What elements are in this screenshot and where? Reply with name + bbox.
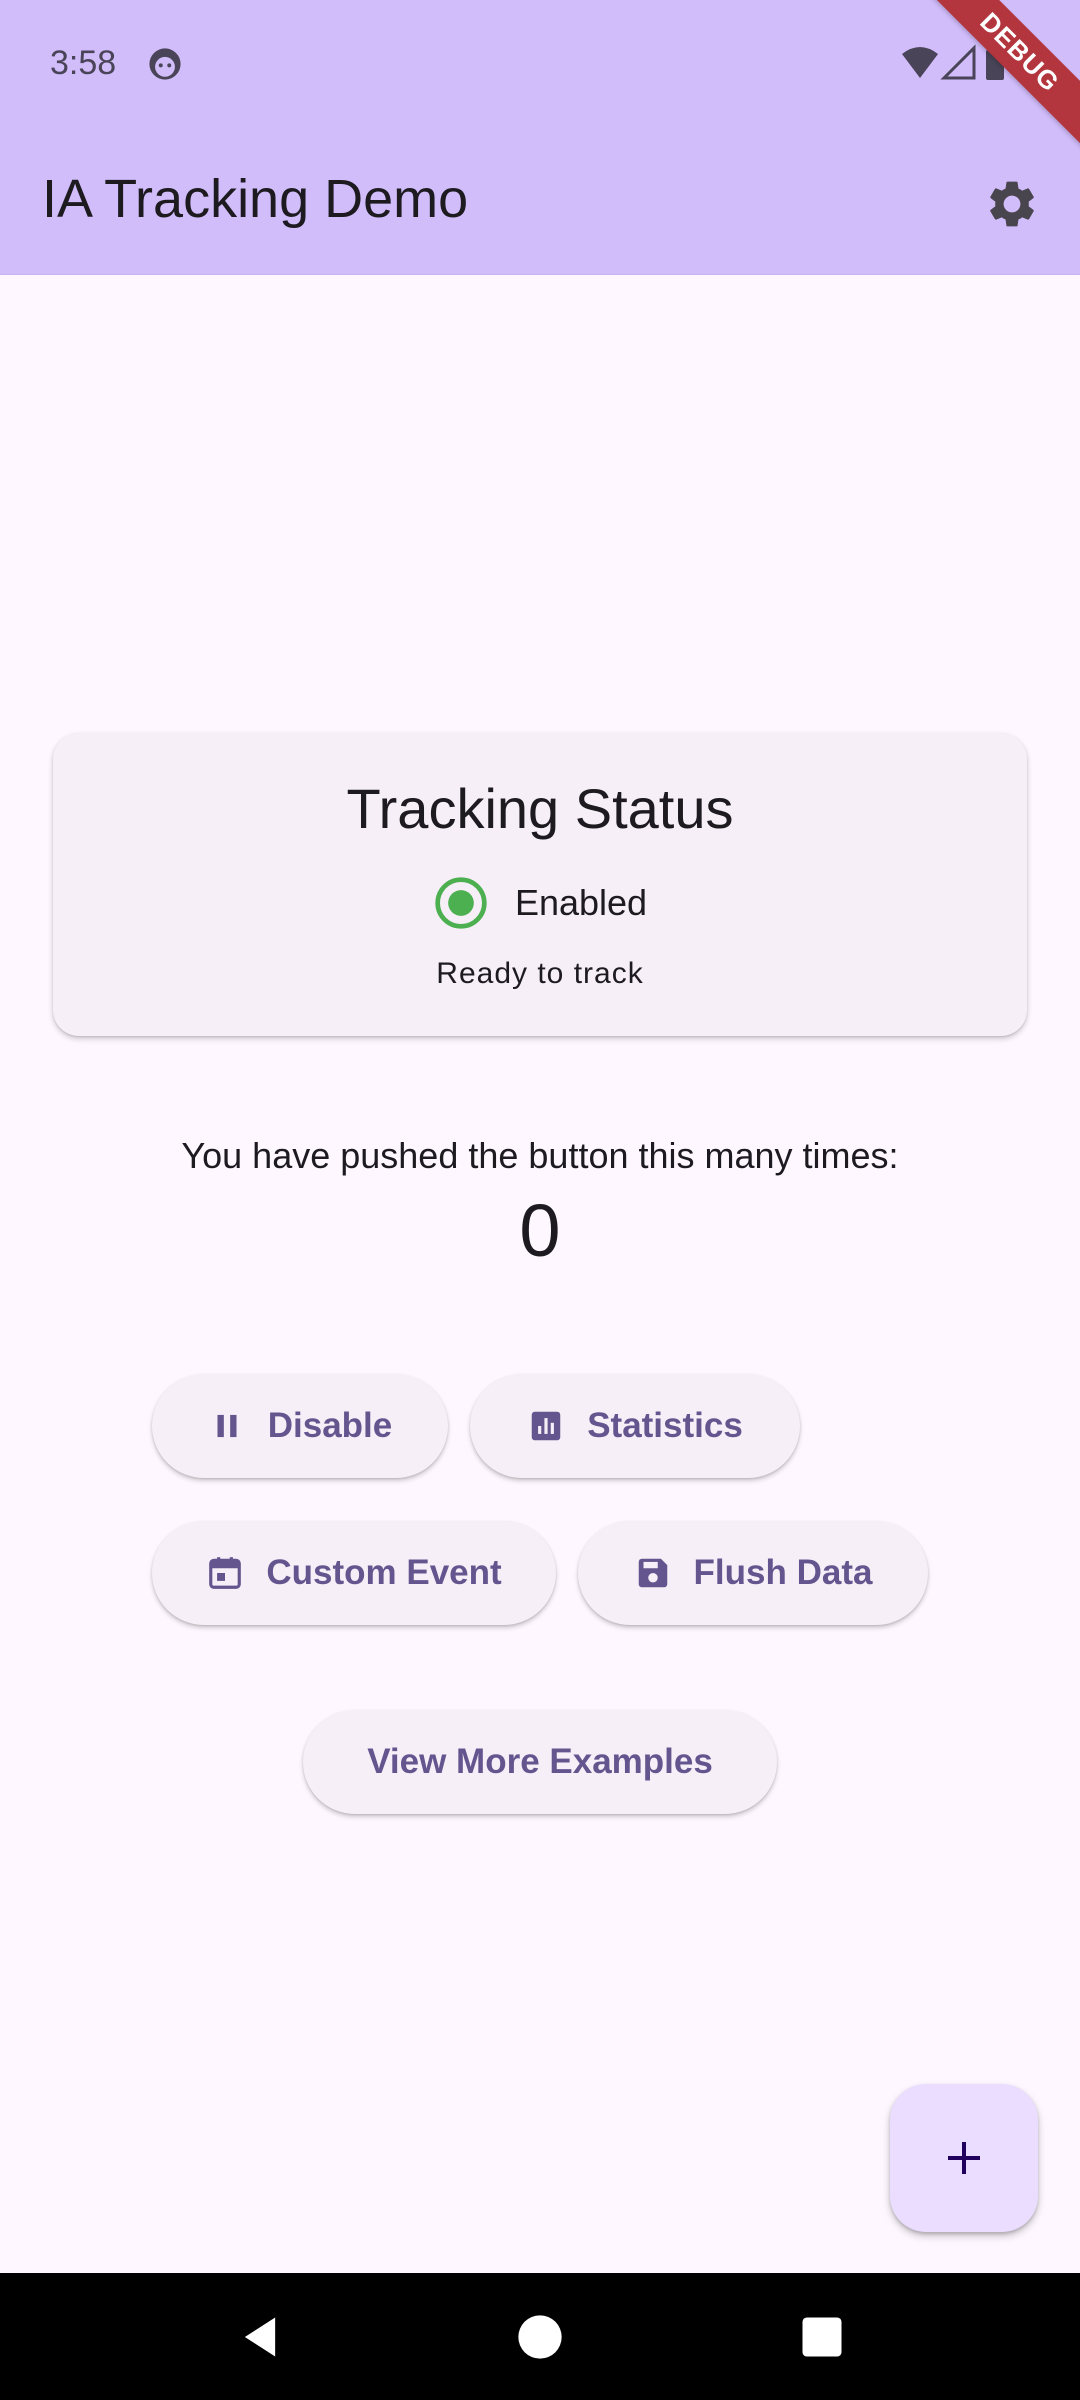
recents-icon[interactable] xyxy=(796,2311,848,2363)
tracking-status-value: Enabled xyxy=(514,882,648,923)
home-icon[interactable] xyxy=(514,2311,566,2363)
tracking-status-row: Enabled xyxy=(53,875,1027,931)
pause-icon xyxy=(217,1414,237,1438)
save-icon xyxy=(638,1558,667,1588)
statistics-button-label: Statistics xyxy=(587,1406,743,1445)
android-face-icon xyxy=(149,48,181,80)
counter-value: 0 xyxy=(519,1189,561,1272)
status-time: 3:58 xyxy=(50,44,117,82)
gear-icon xyxy=(990,181,1034,227)
app-bar: IA Tracking Demo xyxy=(0,130,1080,275)
disable-button[interactable]: Disable xyxy=(152,1374,448,1478)
view-more-examples-label: View More Examples xyxy=(367,1742,713,1781)
view-more-examples-button[interactable]: View More Examples xyxy=(303,1710,777,1814)
radio-checked-icon xyxy=(435,877,487,929)
status-bar: 3:58 xyxy=(0,0,1080,130)
flush-data-button[interactable]: Flush Data xyxy=(578,1521,928,1625)
plus-icon xyxy=(948,2142,980,2174)
bar-chart-icon xyxy=(531,1411,561,1441)
back-icon[interactable] xyxy=(234,2311,286,2363)
calendar-icon xyxy=(209,1557,242,1589)
settings-button[interactable] xyxy=(974,166,1050,242)
tracking-status-title: Tracking Status xyxy=(346,777,734,840)
custom-event-button-label: Custom Event xyxy=(266,1553,502,1592)
disable-button-label: Disable xyxy=(267,1406,393,1445)
counter-label: You have pushed the button this many tim… xyxy=(181,1135,899,1176)
custom-event-button[interactable]: Custom Event xyxy=(152,1521,556,1625)
tracking-status-subtitle: Ready to track xyxy=(436,957,644,990)
increment-fab[interactable] xyxy=(890,2084,1038,2232)
signal-icon xyxy=(940,44,976,80)
app-title: IA Tracking Demo xyxy=(42,169,469,229)
system-nav-bar xyxy=(0,2273,1080,2400)
wifi-icon xyxy=(902,47,938,78)
flush-data-button-label: Flush Data xyxy=(693,1553,873,1592)
tracking-status-card: Tracking Status Enabled Ready to track xyxy=(53,733,1027,1036)
statistics-button[interactable]: Statistics xyxy=(470,1374,800,1478)
